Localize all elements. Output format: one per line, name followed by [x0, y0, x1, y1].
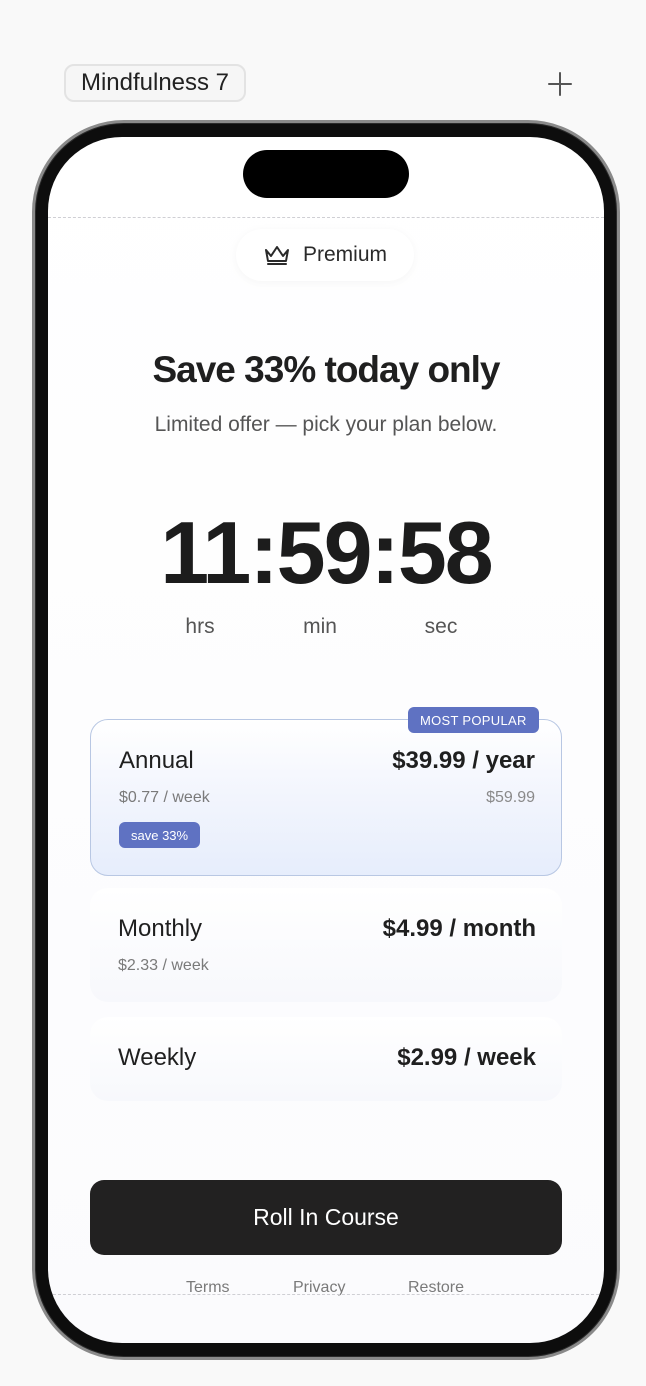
- document-tab[interactable]: Mindfulness 7: [64, 64, 246, 102]
- subscribe-button-label: Roll In Course: [253, 1204, 399, 1230]
- safe-area-top-guide: [48, 217, 604, 218]
- plan-name: Weekly: [118, 1044, 197, 1071]
- most-popular-badge: MOST POPULAR: [408, 707, 539, 733]
- plan-card-monthly[interactable]: Monthly $4.99 / month $2.33 / week: [90, 888, 562, 1002]
- plan-weekly-price: $2.33 / week: [118, 957, 209, 974]
- document-tab-title: Mindfulness 7: [80, 69, 230, 96]
- plan-original-price: $59.99: [486, 789, 535, 806]
- phone-screen: Premium Save 33% today only Limited offe…: [48, 137, 604, 1343]
- plan-card-annual[interactable]: Annual $39.99 / year $0.77 / week $59.99…: [90, 719, 562, 876]
- plan-card-weekly[interactable]: Weekly $2.99 / week: [90, 1017, 562, 1101]
- plan-name: Monthly: [118, 915, 203, 942]
- offer-headline: Save 33% today only: [152, 349, 500, 390]
- plan-price: $39.99 / year: [392, 747, 535, 774]
- seconds-label: sec: [424, 615, 458, 638]
- canvas: Mindfulness 7 Premium Save 33% today onl…: [0, 0, 646, 1386]
- save-tag: save 33%: [119, 822, 201, 848]
- hours-label: hrs: [185, 615, 215, 638]
- offer-subheadline: Limited offer — pick your plan below.: [154, 413, 498, 436]
- subscribe-button[interactable]: Roll In Course: [90, 1180, 562, 1255]
- crown-icon: [264, 246, 289, 265]
- plan-price: $4.99 / month: [382, 915, 536, 942]
- safe-area-bottom-guide: [48, 1294, 604, 1295]
- plus-icon[interactable]: [548, 72, 572, 96]
- plan-name: Annual: [119, 747, 194, 774]
- dynamic-island: [243, 150, 409, 198]
- plan-weekly-price: $0.77 / week: [119, 789, 210, 806]
- premium-badge-label: Premium: [302, 243, 387, 266]
- premium-badge: Premium: [236, 229, 414, 281]
- minutes-label: min: [303, 615, 337, 638]
- countdown-timer: 11:59:58: [160, 503, 493, 602]
- plan-price: $2.99 / week: [397, 1044, 536, 1071]
